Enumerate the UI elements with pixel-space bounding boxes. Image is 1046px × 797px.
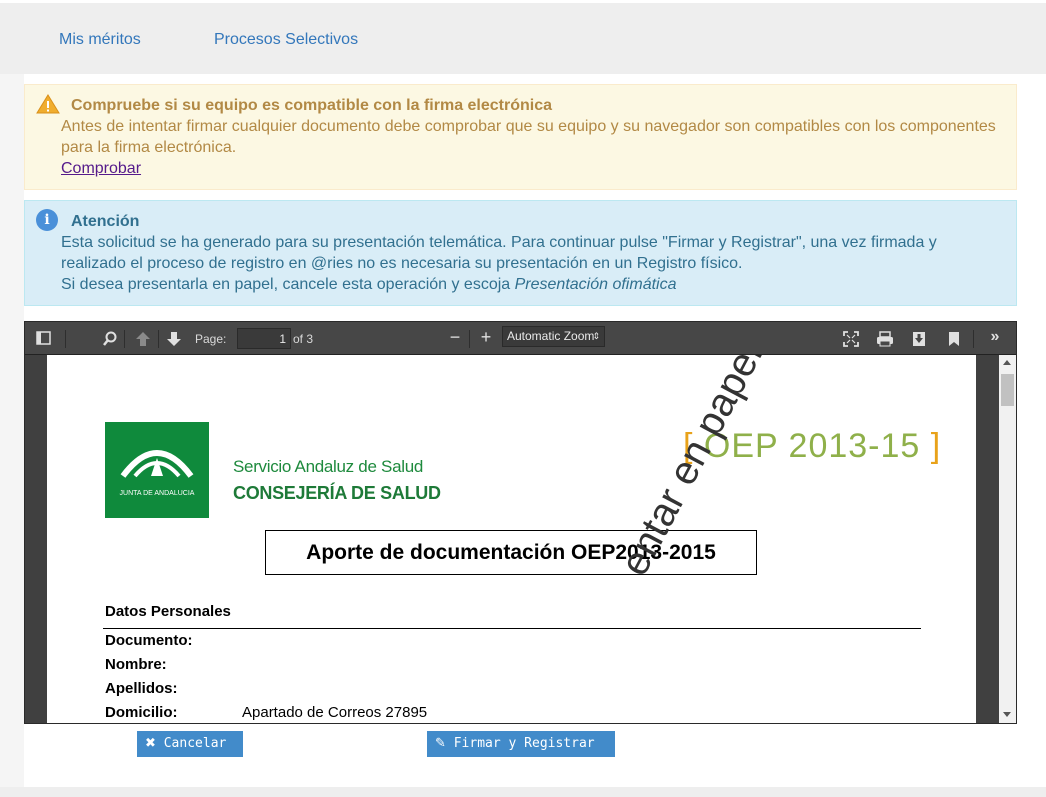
org-name: Servicio Andaluz de Salud	[233, 457, 424, 476]
oep-text: OEP 2013-15	[703, 427, 921, 465]
section-divider	[103, 628, 921, 629]
pdf-viewer: Page: of 3 − + Automatic Zoom ⇕ »	[24, 321, 1017, 724]
page-label: Page:	[195, 332, 227, 346]
toolbar-separator	[65, 330, 66, 348]
logo-arch-icon	[120, 450, 194, 478]
bookmark-icon[interactable]	[947, 331, 961, 347]
attention-info-alert: i Atención Esta solicitud se ha generado…	[24, 200, 1017, 306]
top-navigation: Mis méritos Procesos Selectivos	[0, 0, 1046, 74]
zoom-out-icon[interactable]: −	[445, 328, 465, 346]
info-line2-prefix: Si desea presentarla en papel, cancele e…	[61, 276, 515, 293]
field-label: Apellidos:	[105, 680, 178, 697]
presentation-mode-icon[interactable]	[843, 331, 859, 347]
field-label: Nombre:	[105, 656, 167, 673]
section-heading: Datos Personales	[105, 603, 231, 620]
cancel-button[interactable]: ✖ Cancelar	[137, 731, 243, 757]
nav-mis-meritos[interactable]: Mis méritos	[59, 31, 141, 49]
field-value: Apartado de Correos 27895	[242, 704, 428, 721]
footer-bar	[0, 787, 1046, 797]
pdf-scrollbar[interactable]	[999, 355, 1016, 723]
download-icon[interactable]	[911, 331, 927, 347]
previous-page-icon[interactable]	[135, 331, 151, 347]
zoom-in-icon[interactable]: +	[476, 328, 496, 346]
zoom-value: Automatic Zoom	[507, 329, 595, 343]
pdf-toolbar: Page: of 3 − + Automatic Zoom ⇕ »	[25, 322, 1016, 355]
info-body: Esta solicitud se ha generado para su pr…	[61, 232, 1006, 295]
logo-text: JUNTA DE ANDALUCIA	[119, 490, 195, 497]
toolbar-separator	[469, 330, 470, 348]
next-page-icon[interactable]	[166, 331, 182, 347]
toolbar-separator	[124, 330, 125, 348]
nav-procesos-selectivos[interactable]: Procesos Selectivos	[214, 31, 358, 49]
warning-triangle-icon	[36, 94, 60, 114]
tools-menu-icon[interactable]: »	[985, 328, 1005, 346]
sign-and-register-button[interactable]: ✎ Firmar y Registrar	[427, 731, 615, 757]
document-title: Aporte de documentación OEP2013-2015	[265, 530, 757, 575]
warning-body: Antes de intentar firmar cualquier docum…	[61, 118, 996, 156]
toolbar-separator	[158, 330, 159, 348]
pencil-icon: ✎	[435, 736, 446, 751]
org-department: CONSEJERÍA DE SALUD	[233, 483, 441, 503]
sign-label: Firmar y Registrar	[453, 736, 595, 751]
info-line1: Esta solicitud se ha generado para su pr…	[61, 234, 937, 272]
sidebar-toggle-icon[interactable]	[36, 331, 52, 345]
zoom-select[interactable]: Automatic Zoom ⇕	[502, 326, 605, 347]
oep-bracket-close: ]	[930, 427, 942, 465]
select-arrows-icon: ⇕	[592, 331, 600, 341]
page-number-input[interactable]	[237, 328, 291, 349]
toolbar-separator	[973, 330, 974, 348]
scroll-thumb[interactable]	[1001, 374, 1014, 406]
comprobar-link[interactable]: Comprobar	[61, 158, 141, 179]
info-line2-emphasis: Presentación ofimática	[514, 276, 677, 293]
page-total: of 3	[293, 332, 314, 346]
info-icon: i	[36, 209, 58, 231]
scroll-down-icon[interactable]	[1003, 712, 1011, 717]
compatibility-warning-alert: Compruebe si su equipo es compatible con…	[24, 84, 1017, 190]
field-label: Documento:	[105, 632, 193, 649]
warning-title: Compruebe si su equipo es compatible con…	[71, 97, 553, 114]
search-icon[interactable]	[102, 331, 118, 347]
left-gutter	[0, 74, 24, 789]
info-title: Atención	[71, 213, 140, 230]
field-label: Domicilio:	[105, 704, 178, 721]
cancel-label: Cancelar	[163, 736, 227, 751]
close-icon: ✖	[145, 736, 156, 751]
scroll-up-icon[interactable]	[1003, 360, 1011, 365]
print-icon[interactable]	[876, 331, 894, 347]
pdf-page: JUNTA DE ANDALUCIA Servicio Andaluz de S…	[47, 355, 976, 723]
junta-andalucia-logo: JUNTA DE ANDALUCIA	[105, 422, 209, 518]
